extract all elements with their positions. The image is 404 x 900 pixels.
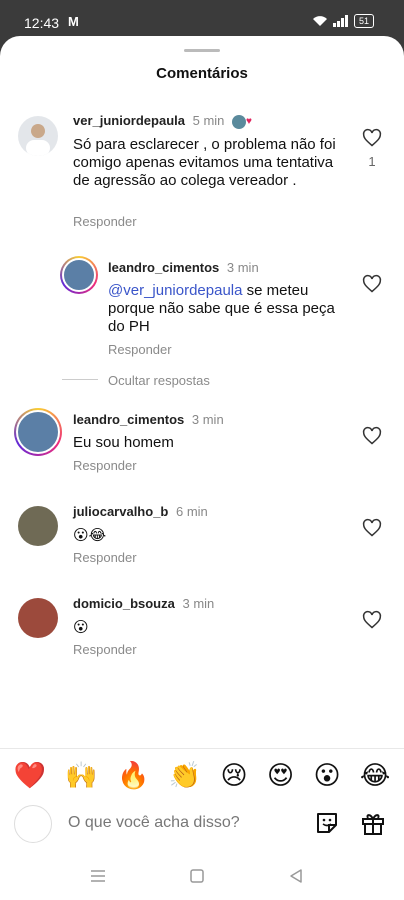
gift-icon[interactable] (360, 810, 386, 836)
reply-button[interactable]: Responder (73, 550, 137, 565)
mention-link[interactable]: @ver_juniordepaula (108, 282, 242, 299)
home-icon[interactable] (187, 866, 207, 886)
comment-text: 😮😂 (73, 526, 107, 544)
gmail-icon: M (68, 14, 79, 29)
emoji-heart-eyes[interactable]: 😍 (267, 763, 294, 789)
comment-time: 3 min (191, 412, 224, 427)
emoji-fire[interactable]: 🔥 (117, 763, 149, 789)
comment-composer: O que você acha disso? (0, 802, 404, 852)
comment-time: 6 min (176, 504, 208, 519)
status-bar: 12:43 M 51 (0, 0, 404, 40)
battery-icon: 51 (353, 14, 374, 28)
avatar[interactable] (18, 598, 58, 638)
avatar[interactable] (60, 256, 98, 294)
comment-header: leandro_cimentos 3 min (73, 412, 224, 427)
sheet-title: Comentários (156, 65, 248, 82)
avatar[interactable] (14, 408, 62, 456)
emoji-surprised[interactable]: 😮 (313, 763, 340, 789)
signal-icon (332, 15, 348, 27)
avatar[interactable] (18, 506, 58, 546)
reply-button[interactable]: Responder (73, 214, 137, 229)
avatar[interactable] (18, 116, 58, 156)
divider (62, 379, 98, 380)
heart-icon[interactable] (362, 426, 382, 446)
status-icons: 51 (312, 14, 374, 28)
comment-time: 3 min (182, 596, 215, 611)
heart-icon[interactable] (362, 274, 382, 294)
comment-username[interactable]: leandro_cimentos (73, 412, 184, 427)
comment-input[interactable]: O que você acha disso? (68, 814, 240, 832)
comment-header: ver_juniordepaula 5 min ♥ (73, 113, 252, 129)
heart-icon[interactable] (362, 610, 382, 630)
reply-button[interactable]: Responder (73, 642, 137, 657)
comment-header: domicio_bsouza 3 min (73, 596, 214, 611)
comment-username[interactable]: leandro_cimentos (108, 260, 219, 275)
emoji-crying[interactable]: 😢 (221, 763, 248, 789)
emoji-bar: ❤️ 🙌 🔥 👏 😢 😍 😮 😂 (0, 748, 404, 802)
wifi-icon (312, 16, 327, 26)
comment-header: leandro_cimentos 3 min (108, 260, 259, 275)
heart-icon: ♥ (246, 116, 252, 128)
drag-handle[interactable] (184, 49, 220, 52)
reply-button[interactable]: Responder (108, 342, 172, 357)
reply-button[interactable]: Responder (73, 458, 137, 473)
status-time: 12:43 (24, 15, 60, 31)
comment-username[interactable]: domicio_bsouza (73, 596, 175, 611)
comment-text: Eu sou homem (73, 434, 174, 451)
emoji-raised-hands[interactable]: 🙌 (65, 763, 97, 789)
comment-time: 5 min (192, 113, 225, 128)
back-icon[interactable] (286, 866, 306, 886)
emoji-heart[interactable]: ❤️ (14, 763, 46, 789)
like-count: 1 (368, 154, 376, 169)
emoji-clap[interactable]: 👏 (169, 763, 201, 789)
comment-text: Só para esclarecer , o problema não foi … (73, 136, 336, 189)
comment-header: juliocarvalho_b 6 min (73, 504, 208, 519)
menu-icon[interactable] (88, 866, 108, 886)
comment-text: @ver_juniordepaula se meteu porque não s… (108, 282, 338, 336)
heart-icon[interactable] (362, 518, 382, 538)
heart-icon[interactable] (362, 128, 382, 148)
author-badge-icon (232, 114, 247, 129)
comment-username[interactable]: ver_juniordepaula (73, 113, 185, 128)
emoji-laughing[interactable]: 😂 (360, 763, 390, 789)
comments-sheet: Comentários ver_juniordepaula 5 min ♥ Só… (0, 36, 404, 900)
navigation-bar (0, 852, 404, 900)
comment-username[interactable]: juliocarvalho_b (73, 504, 168, 519)
avatar (14, 805, 52, 843)
comment-time: 3 min (226, 260, 259, 275)
comment-text: 😮 (73, 618, 89, 636)
hide-replies-button[interactable]: Ocultar respostas (108, 373, 210, 388)
sticker-icon[interactable] (314, 810, 340, 836)
